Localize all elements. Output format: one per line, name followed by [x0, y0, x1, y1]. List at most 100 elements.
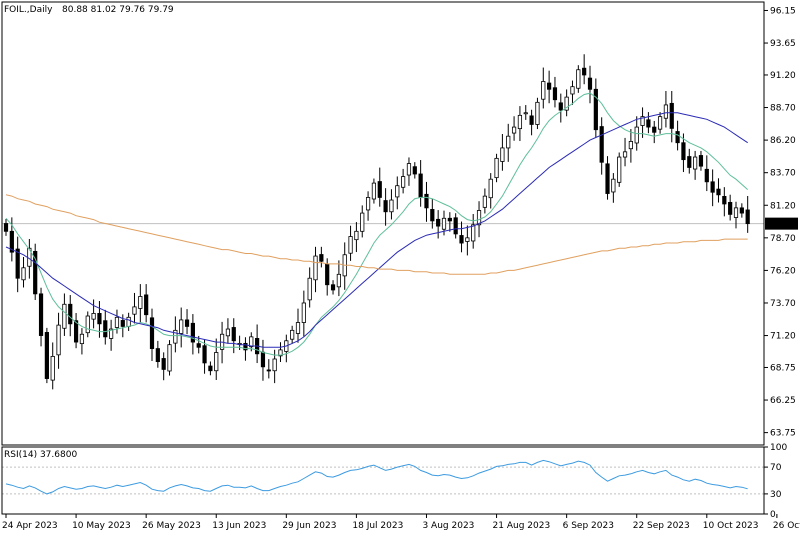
x-tick-label: 10 May 2023 — [72, 521, 131, 531]
candle-up-body — [79, 333, 85, 345]
candle-down-body — [3, 223, 9, 232]
candle-up-body — [441, 217, 447, 230]
candle-down-body — [383, 200, 388, 213]
candle-down-body — [529, 115, 534, 125]
candle-down-body — [728, 201, 733, 215]
candle-down-body — [418, 173, 423, 198]
candle-down-body — [745, 209, 750, 225]
candle-down-body — [149, 317, 155, 349]
candle-up-body — [214, 352, 219, 372]
candle-up-body — [511, 126, 517, 134]
candle-down-body — [722, 195, 727, 205]
candle-down-body — [681, 142, 686, 161]
x-tick-label: 26 Oct 2023 — [773, 521, 800, 531]
candle-up-body — [371, 182, 377, 200]
candle-up-body — [471, 224, 476, 242]
candle-down-body — [698, 155, 704, 167]
candle-down-body — [652, 126, 657, 133]
candle-up-body — [401, 176, 406, 188]
candle-down-body — [558, 102, 563, 111]
candle-up-body — [167, 344, 172, 372]
candle-down-body — [599, 126, 604, 163]
y-tick-label: 93.65 — [770, 39, 796, 49]
x-tick-label: 18 Jul 2023 — [352, 521, 403, 531]
last-price-label: 79.79 — [768, 220, 794, 230]
candle-up-body — [348, 236, 353, 254]
candle-up-body — [570, 86, 575, 95]
candle-down-body — [208, 365, 213, 372]
candle-up-body — [179, 319, 184, 334]
candle-down-body — [587, 77, 593, 90]
candle-down-body — [15, 248, 20, 279]
y-tick-label: 73.70 — [770, 299, 796, 309]
candle-up-body — [576, 69, 581, 89]
rsi-y-tick-label: 0 — [770, 510, 776, 520]
x-tick-label: 10 Oct 2023 — [703, 521, 759, 531]
x-tick-label: 26 May 2023 — [142, 521, 201, 531]
candle-up-body — [301, 302, 306, 323]
candle-up-body — [295, 322, 301, 334]
candle-up-body — [465, 237, 470, 242]
y-tick-label: 88.70 — [770, 104, 796, 114]
candle-up-body — [290, 329, 295, 340]
y-tick-label: 68.75 — [770, 363, 796, 373]
candle-down-body — [325, 264, 330, 286]
candle-up-body — [56, 324, 61, 356]
candle-up-body — [634, 126, 639, 144]
candle-up-body — [354, 230, 359, 241]
y-tick-label: 66.25 — [770, 396, 796, 406]
candle-up-body — [365, 197, 371, 211]
candle-up-body — [494, 157, 499, 179]
ohlc-label: 80.88 81.02 79.76 79.79 — [62, 5, 174, 15]
x-tick-label: 24 Apr 2023 — [2, 521, 58, 531]
candle-up-body — [360, 212, 365, 232]
candle-down-body — [266, 369, 271, 372]
candle-up-body — [488, 178, 493, 199]
candle-up-body — [21, 267, 26, 281]
y-tick-label: 86.20 — [770, 136, 796, 146]
x-tick-label: 22 Sep 2023 — [633, 521, 690, 531]
candle-down-body — [377, 181, 382, 198]
candle-down-body — [704, 168, 709, 183]
y-tick-label: 96.15 — [770, 6, 796, 16]
candle-up-body — [693, 156, 698, 170]
chart-canvas: 96.15 93.65 91.20 88.70 86.20 83.70 81.20 78.70… — [0, 0, 800, 533]
candle-down-body — [120, 320, 125, 327]
candle — [494, 153, 499, 183]
candle-down-body — [547, 82, 552, 90]
candle — [44, 327, 49, 384]
candle — [167, 340, 172, 376]
candle-down-body — [68, 303, 73, 325]
candle-up-body — [617, 156, 622, 183]
x-tick-label: 21 Aug 2023 — [493, 521, 551, 531]
candle-up-body — [126, 316, 131, 327]
symbol-label: FOIL.,Daily — [4, 5, 53, 15]
candle-down-body — [44, 332, 49, 379]
y-tick-label: 91.20 — [770, 71, 796, 81]
candle-down-body — [231, 327, 236, 342]
candle-up-body — [523, 112, 528, 115]
candle-down-body — [330, 284, 336, 291]
y-tick-label: 81.20 — [770, 201, 796, 211]
candle-up-body — [733, 207, 739, 218]
candle-up-body — [336, 273, 341, 288]
candle-up-body — [622, 151, 628, 158]
candle-down-body — [552, 87, 558, 101]
candle-down-body — [436, 218, 441, 227]
y-tick-label: 76.20 — [770, 266, 796, 276]
candle-up-body — [62, 303, 67, 329]
candle-up-body — [541, 81, 546, 100]
candle — [33, 243, 38, 300]
candle-up-body — [395, 185, 400, 198]
y-tick-label: 83.70 — [770, 169, 796, 179]
candle-up-body — [307, 277, 312, 301]
candle-down-body — [161, 358, 166, 370]
candle-down-body — [196, 343, 201, 348]
y-tick-label: 78.70 — [770, 234, 796, 244]
candle-down-body — [430, 209, 435, 222]
candle-up-body — [389, 199, 394, 213]
candle-down-body — [184, 319, 190, 327]
candle-down-body — [155, 348, 160, 363]
rsi-label: RSI(14) 37.6800 — [4, 450, 77, 460]
candle-down-body — [675, 131, 680, 144]
